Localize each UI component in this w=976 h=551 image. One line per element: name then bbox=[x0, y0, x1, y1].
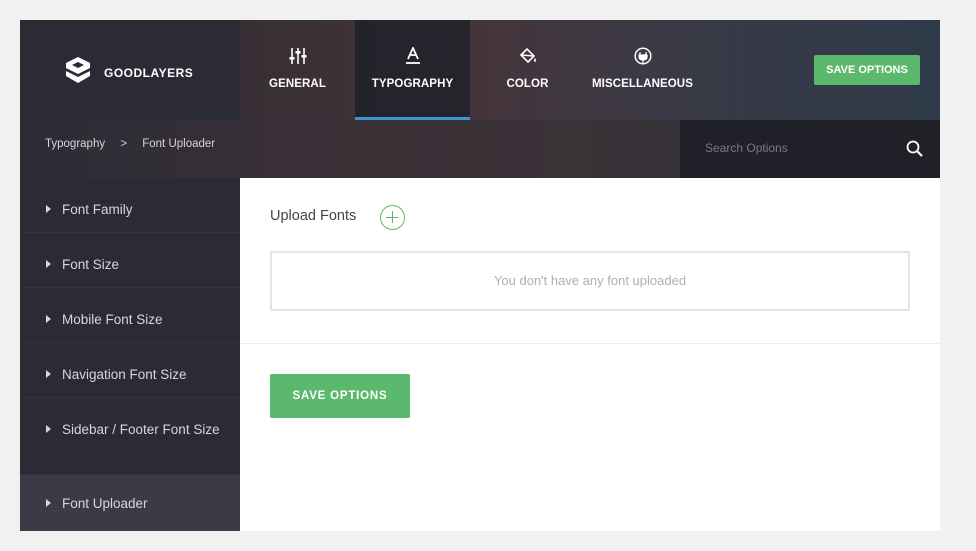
sidebar-item-label: Mobile Font Size bbox=[62, 312, 163, 327]
sidebar-item-label: Sidebar / Footer Font Size bbox=[62, 422, 220, 437]
brand: GOODLAYERS bbox=[20, 20, 240, 120]
caret-right-icon bbox=[46, 205, 51, 213]
goodlayers-logo-icon bbox=[66, 57, 90, 83]
breadcrumb-separator: > bbox=[120, 138, 128, 150]
sidebar: Font Family Font Size Mobile Font Size N… bbox=[20, 178, 240, 531]
paint-bucket-icon bbox=[470, 47, 585, 65]
upload-fonts-label: Upload Fonts bbox=[270, 208, 357, 224]
tab-color[interactable]: COLOR bbox=[470, 20, 585, 120]
caret-right-icon bbox=[46, 370, 51, 378]
caret-right-icon bbox=[46, 499, 51, 507]
theme-options-panel: GOODLAYERS GENERAL TYPOGRAPHY COLOR MISC… bbox=[20, 20, 940, 531]
breadcrumb-parent[interactable]: Typography bbox=[45, 138, 105, 150]
sidebar-item-mobile-font-size[interactable]: Mobile Font Size bbox=[20, 288, 240, 343]
save-options-button[interactable]: SAVE OPTIONS bbox=[270, 374, 410, 418]
brand-name: GOODLAYERS bbox=[104, 66, 194, 80]
caret-right-icon bbox=[46, 260, 51, 268]
tab-label: TYPOGRAPHY bbox=[371, 78, 454, 90]
sidebar-item-sidebar-footer-font-size[interactable]: Sidebar / Footer Font Size bbox=[20, 398, 240, 475]
search-input[interactable] bbox=[705, 138, 895, 158]
search-icon[interactable] bbox=[906, 140, 924, 158]
sidebar-item-font-family[interactable]: Font Family bbox=[20, 178, 240, 233]
tab-general[interactable]: GENERAL bbox=[240, 20, 355, 120]
sliders-icon bbox=[240, 47, 355, 65]
save-options-button-header[interactable]: SAVE OPTIONS bbox=[814, 55, 920, 85]
tab-label: MISCELLANEOUS bbox=[592, 78, 693, 90]
sidebar-item-label: Font Size bbox=[62, 257, 120, 272]
caret-right-icon bbox=[46, 315, 51, 323]
font-icon bbox=[355, 47, 470, 65]
tab-label: COLOR bbox=[506, 78, 549, 90]
uploaded-fonts-list: You don't have any font uploaded bbox=[270, 251, 910, 311]
caret-right-icon bbox=[46, 425, 51, 433]
sidebar-item-font-size[interactable]: Font Size bbox=[20, 233, 240, 288]
search-box bbox=[680, 120, 940, 178]
divider bbox=[240, 343, 940, 344]
tab-typography[interactable]: TYPOGRAPHY bbox=[355, 20, 470, 120]
breadcrumb: Typography > Font Uploader bbox=[45, 138, 227, 150]
sidebar-item-navigation-font-size[interactable]: Navigation Font Size bbox=[20, 343, 240, 398]
sidebar-item-label: Font Family bbox=[62, 202, 133, 217]
tab-label: GENERAL bbox=[269, 78, 326, 90]
empty-message: You don't have any font uploaded bbox=[493, 273, 687, 288]
sidebar-item-label: Navigation Font Size bbox=[62, 367, 187, 382]
tab-miscellaneous[interactable]: MISCELLANEOUS bbox=[585, 20, 700, 120]
sub-header: Typography > Font Uploader bbox=[20, 120, 940, 178]
plug-icon bbox=[585, 47, 700, 65]
add-font-button[interactable] bbox=[380, 205, 405, 230]
breadcrumb-current: Font Uploader bbox=[142, 138, 216, 150]
top-header: GOODLAYERS GENERAL TYPOGRAPHY COLOR MISC… bbox=[20, 20, 940, 120]
sidebar-item-font-uploader[interactable]: Font Uploader bbox=[20, 475, 240, 531]
sidebar-item-label: Font Uploader bbox=[62, 496, 148, 511]
main-content: Upload Fonts You don't have any font upl… bbox=[240, 178, 940, 531]
